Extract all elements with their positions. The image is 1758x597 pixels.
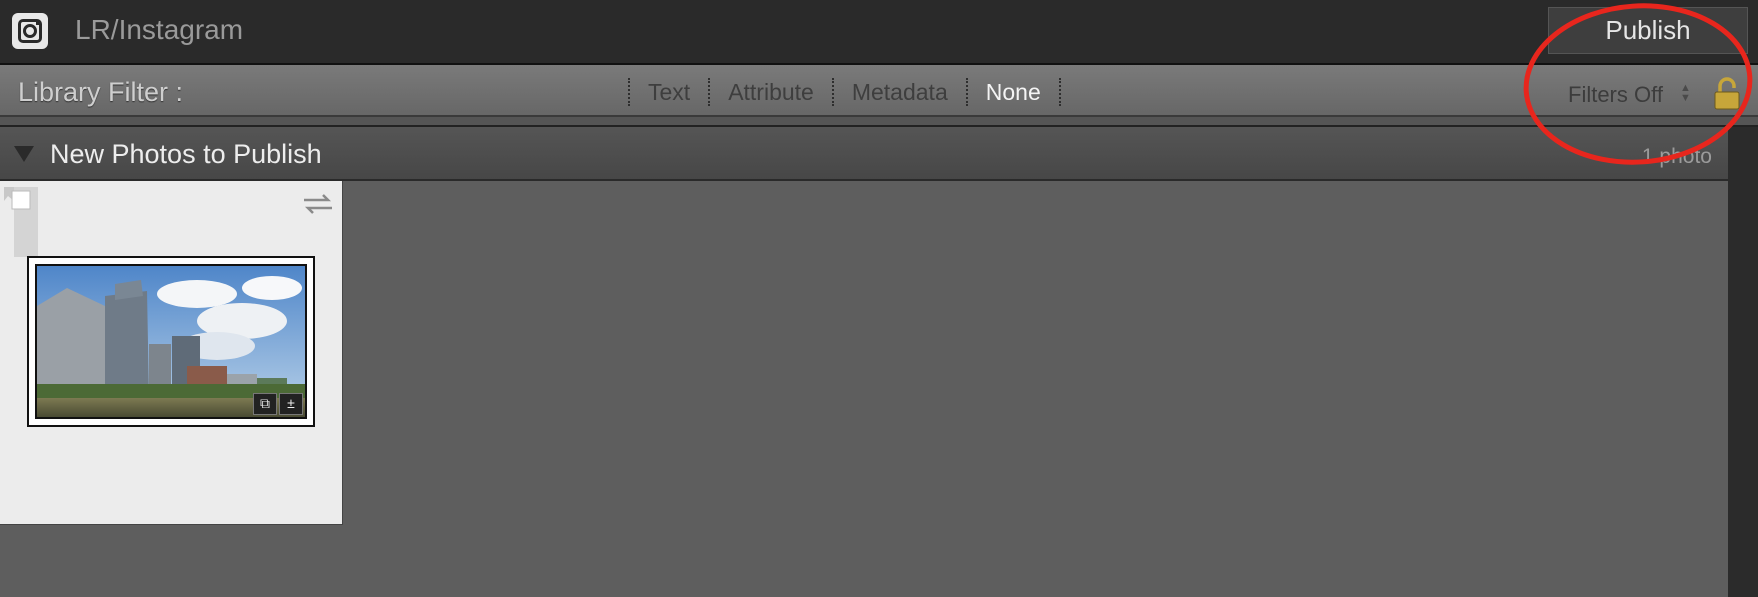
grid-cell[interactable]: ⧉ ± xyxy=(0,181,343,525)
copies-icon: ⧉ xyxy=(253,393,277,415)
filter-preset-select[interactable]: Filters Off xyxy=(1568,82,1663,108)
title-bar: LR/Instagram Publish xyxy=(0,0,1758,65)
tab-attribute[interactable]: Attribute xyxy=(718,78,824,106)
thumbnail-badges: ⧉ ± xyxy=(253,393,303,415)
sync-arrows-icon xyxy=(304,194,332,214)
updown-chevron-icon[interactable]: ▲ ▼ xyxy=(1680,83,1691,105)
filter-bar-divider xyxy=(0,117,1758,127)
section-header[interactable]: New Photos to Publish 1 photo xyxy=(0,127,1728,181)
separator xyxy=(628,78,630,106)
instagram-icon xyxy=(12,13,48,49)
tab-metadata[interactable]: Metadata xyxy=(842,78,958,106)
separator xyxy=(1058,78,1061,106)
triangle-down-icon[interactable] xyxy=(14,146,34,162)
tab-text[interactable]: Text xyxy=(638,78,700,106)
thumbnail-image: ⧉ ± xyxy=(35,264,307,419)
separator xyxy=(965,78,968,106)
filter-tabs: Text Attribute Metadata None xyxy=(620,78,1069,106)
flag-icon[interactable] xyxy=(4,187,38,257)
lock-icon[interactable] xyxy=(1713,77,1741,111)
scrollbar[interactable] xyxy=(1728,127,1758,597)
photo-thumbnail[interactable]: ⧉ ± xyxy=(27,256,315,427)
tab-none[interactable]: None xyxy=(976,78,1051,106)
plus-minus-icon: ± xyxy=(279,393,303,415)
separator xyxy=(708,78,711,106)
library-filter-label: Library Filter : xyxy=(18,77,184,107)
publish-service-title: LR/Instagram xyxy=(75,14,244,45)
photo-count: 1 photo xyxy=(1641,145,1712,168)
separator xyxy=(831,78,834,106)
section-title: New Photos to Publish xyxy=(50,139,322,169)
library-filter-bar: Library Filter : Text Attribute Metadata… xyxy=(0,65,1758,117)
publish-button[interactable]: Publish xyxy=(1548,7,1748,54)
